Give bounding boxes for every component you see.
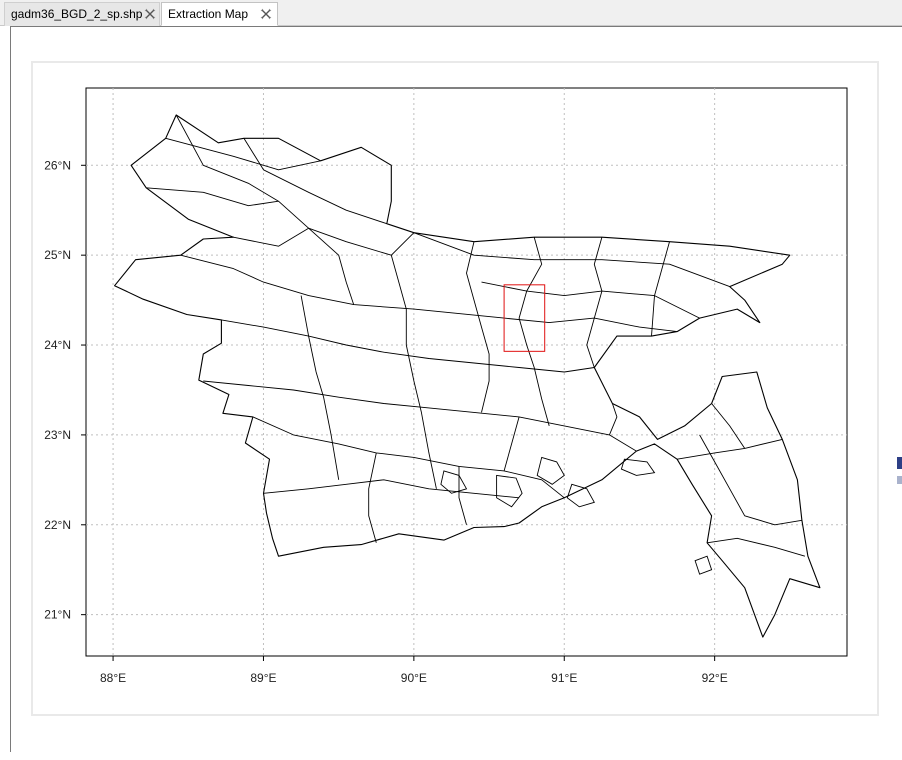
y-tick-label: 23°N	[44, 428, 71, 442]
map-plot[interactable]: 88°E 89°E 90°E 91°E 92°E 26°N 25°N 24°N 23°N 22°N…	[0, 0, 902, 760]
x-tick-label: 91°E	[551, 671, 577, 685]
x-tick-label: 92°E	[702, 671, 728, 685]
y-tick-label: 26°N	[44, 158, 71, 172]
x-tick-label: 89°E	[250, 671, 276, 685]
y-tick-label: 25°N	[44, 248, 71, 262]
x-tick-label: 90°E	[401, 671, 427, 685]
y-tick-label: 21°N	[44, 608, 71, 622]
y-tick-label: 24°N	[44, 338, 71, 352]
y-tick-label: 22°N	[44, 518, 71, 532]
x-tick-label: 88°E	[100, 671, 126, 685]
